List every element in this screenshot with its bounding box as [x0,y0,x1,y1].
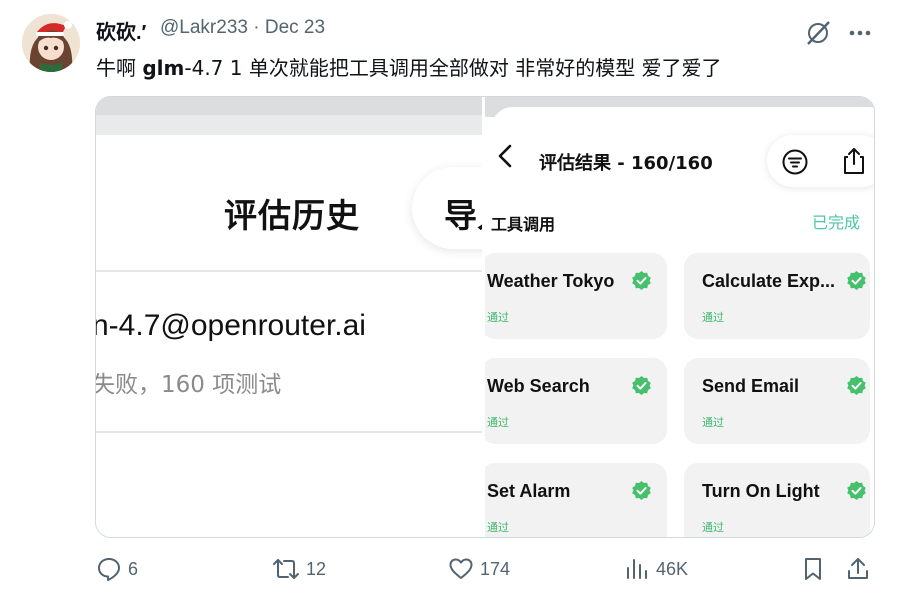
test-card[interactable]: Set Alarm 通过 [485,463,667,537]
test-status: 通过 [487,311,509,324]
test-status: 通过 [702,416,724,429]
test-card[interactable]: Web Search 通过 [485,358,667,444]
tweet-text: 牛啊 glm-4.7 1 单次就能把工具调用全部做对 非常好的模型 爱了爱了 [96,52,722,81]
views-icon [627,559,647,579]
test-name: Send Email [702,376,800,396]
share-button[interactable] [845,552,871,586]
tweet-date[interactable]: Dec 23 [265,17,325,38]
meta-separator: · [253,17,260,38]
reply-count: 6 [128,558,139,579]
tweet-text-suffix: -4.7 1 单次就能把工具调用全部做对 非常好的模型 爱了爱了 [184,56,722,80]
test-status: 通过 [702,311,724,324]
test-name: Calculate Exp... [702,271,836,291]
views-button[interactable]: 46K [624,552,688,586]
divider [96,431,482,433]
test-name: Set Alarm [487,481,571,501]
author-name[interactable]: 砍砍.′ [96,16,146,45]
history-title: 评估历史 [224,196,360,235]
tweet-text-bold: glm [142,56,185,80]
test-name: Web Search [487,376,590,396]
avatar-illustration [22,14,80,72]
repost-button[interactable]: 12 [272,552,326,586]
test-name: Turn On Light [702,481,820,501]
share-icon [848,558,868,579]
tweet-text-prefix: 牛啊 [96,56,143,80]
grok-icon[interactable] [803,18,833,48]
media-image-right[interactable]: 评估结果 - 160/160 工具调用 已完成 Weather Tokyo 通过 [485,97,874,537]
views-count: 46K [656,558,689,579]
check-badge-icon [632,481,651,500]
share-icon[interactable] [840,146,868,176]
test-card[interactable]: Turn On Light 通过 [684,463,870,537]
test-card[interactable]: Send Email 通过 [684,358,870,444]
section-label: 工具调用 [491,215,556,234]
like-count: 174 [480,558,511,579]
model-email: n-4.7@openrouter.ai [96,309,366,342]
divider [96,270,482,272]
like-icon [449,558,473,579]
tweet-media[interactable]: 评估历史 导入 n-4.7@openrouter.ai 失败，160 项测试 评… [95,96,875,538]
status-bar-shade [96,115,482,135]
repost-icon [273,559,299,579]
bookmark-icon [805,558,821,580]
bookmark-button[interactable] [800,552,826,586]
check-badge-icon [847,376,866,395]
test-card[interactable]: Weather Tokyo 通过 [485,253,667,339]
test-status: 通过 [487,521,509,534]
reply-icon [98,558,120,581]
author-meta: @Lakr233 · Dec 23 [160,17,325,39]
test-card[interactable]: Calculate Exp... 通过 [684,253,870,339]
more-icon[interactable] [845,18,875,48]
model-summary: 失败，160 项测试 [96,372,282,398]
filter-icon[interactable] [781,148,809,176]
results-title: 评估结果 - 160/160 [539,153,713,174]
media-image-left[interactable]: 评估历史 导入 n-4.7@openrouter.ai 失败，160 项测试 [96,97,482,537]
check-badge-icon [632,376,651,395]
like-button[interactable]: 174 [448,552,510,586]
test-name: Weather Tokyo [487,271,615,291]
test-status: 通过 [487,416,509,429]
check-badge-icon [847,271,866,290]
import-label: 导入 [444,196,482,235]
section-status: 已完成 [812,213,861,232]
repost-count: 12 [306,558,327,579]
chevron-left-icon[interactable] [491,141,521,171]
reply-button[interactable]: 6 [96,552,138,586]
check-badge-icon [847,481,866,500]
author-handle[interactable]: @Lakr233 [160,17,248,38]
test-status: 通过 [702,521,724,534]
avatar[interactable] [22,14,80,72]
check-badge-icon [632,271,651,290]
